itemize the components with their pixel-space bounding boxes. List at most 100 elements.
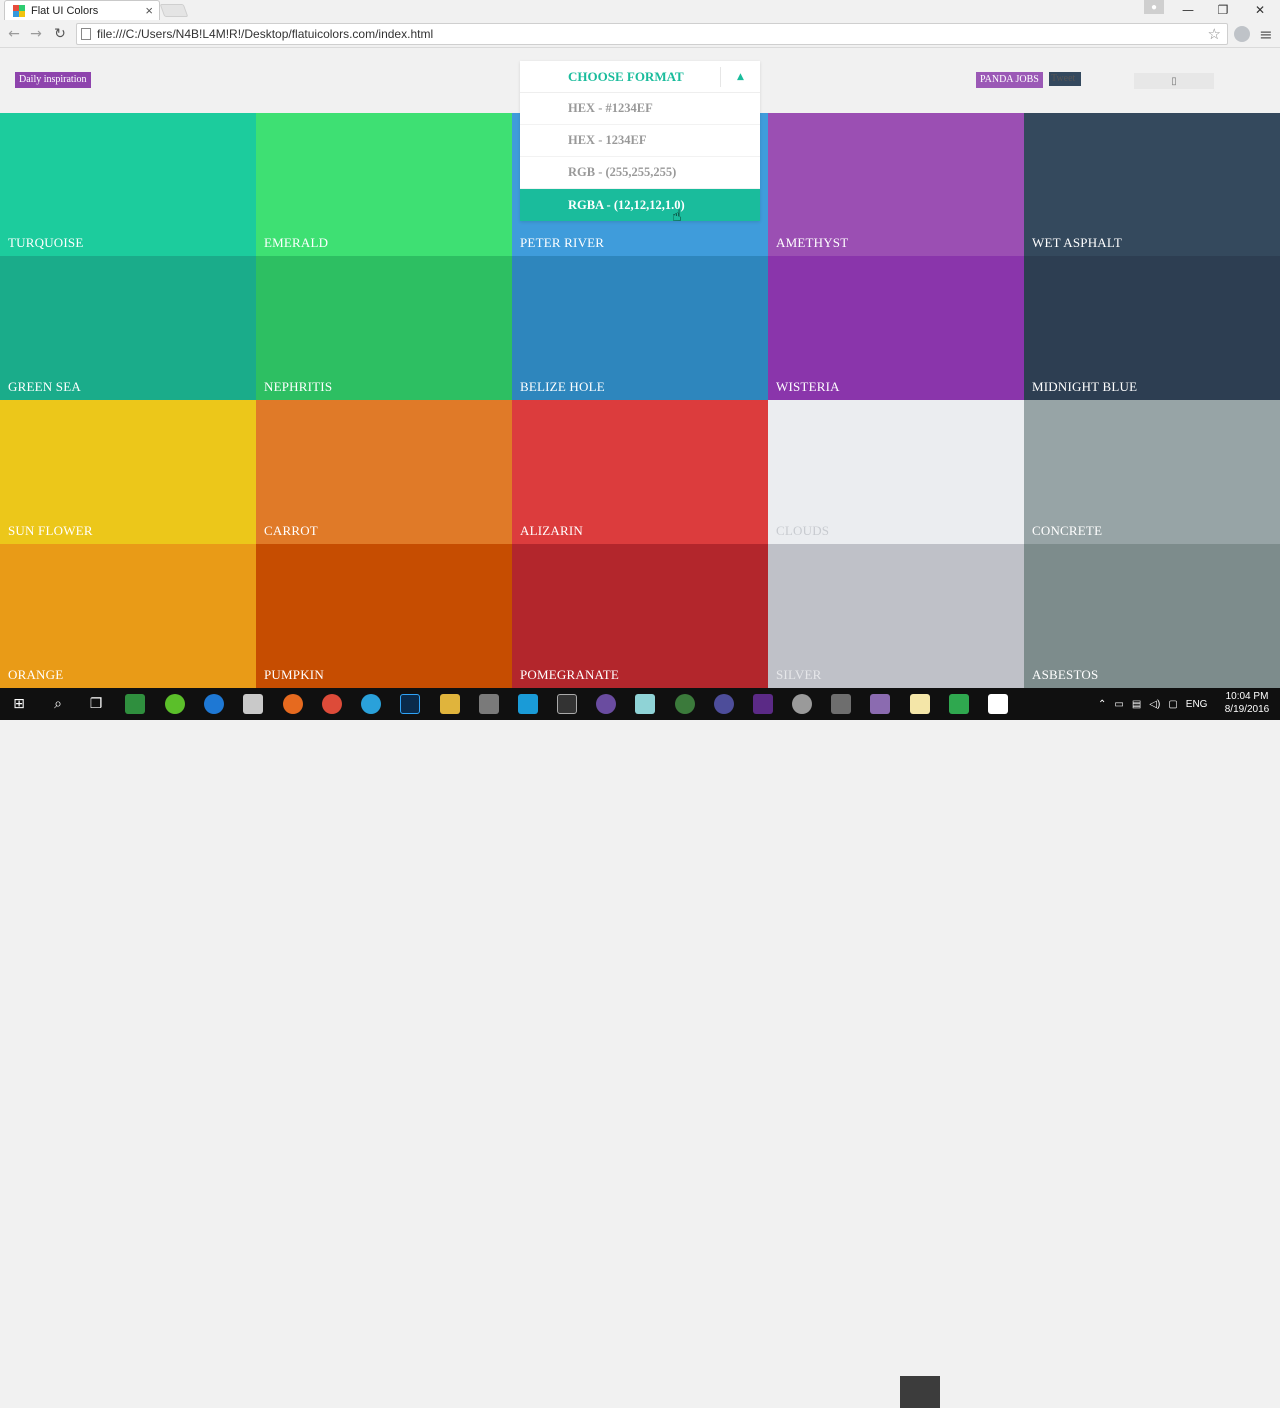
color-swatch-carrot[interactable]: CARROT bbox=[256, 400, 512, 544]
chrome-icon[interactable] bbox=[322, 694, 342, 714]
format-dropdown-header[interactable]: CHOOSE FORMAT ▲ bbox=[520, 61, 760, 93]
color-swatch-belize-hole[interactable]: BELIZE HOLE bbox=[512, 256, 768, 400]
color-name: ORANGE bbox=[8, 667, 64, 682]
app-icon-1[interactable] bbox=[125, 694, 145, 714]
search-icon[interactable]: ⌕ bbox=[48, 694, 68, 714]
color-swatch-concrete[interactable]: CONCRETE bbox=[1024, 400, 1280, 544]
color-name: NEPHRITIS bbox=[264, 379, 333, 394]
page-icon bbox=[81, 28, 91, 40]
color-swatch-green-sea[interactable]: GREEN SEA bbox=[0, 256, 256, 400]
app-icon-3[interactable] bbox=[479, 694, 499, 714]
color-name: BELIZE HOLE bbox=[520, 379, 605, 394]
format-option[interactable]: RGBA - (12,12,12,1.0) bbox=[520, 189, 760, 221]
color-name: ASBESTOS bbox=[1032, 667, 1099, 682]
app-icon-13[interactable] bbox=[949, 694, 969, 714]
minimize-button[interactable]: — bbox=[1170, 0, 1206, 20]
telegram-icon[interactable] bbox=[361, 694, 381, 714]
format-dropdown[interactable]: CHOOSE FORMAT ▲ HEX - #1234EF HEX - 1234E… bbox=[520, 61, 760, 221]
app-icon-12[interactable] bbox=[870, 694, 890, 714]
file-explorer-icon[interactable] bbox=[440, 694, 460, 714]
reload-button[interactable]: ↻ bbox=[50, 24, 70, 44]
daily-inspiration-link[interactable]: Daily inspiration bbox=[15, 72, 91, 88]
edge-icon[interactable] bbox=[204, 694, 224, 714]
clock[interactable]: 10:04 PM 8/19/2016 bbox=[1222, 690, 1272, 716]
show-hidden-icons-icon[interactable]: ⌃ bbox=[1098, 699, 1106, 710]
app-icon-9[interactable] bbox=[753, 694, 773, 714]
color-name: WISTERIA bbox=[776, 379, 840, 394]
format-option[interactable]: HEX - #1234EF bbox=[520, 93, 760, 125]
app-icon-14[interactable] bbox=[988, 694, 1008, 714]
color-swatch-midnight-blue[interactable]: MIDNIGHT BLUE bbox=[1024, 256, 1280, 400]
color-swatch-emerald[interactable]: EMERALD bbox=[256, 113, 512, 256]
windows-taskbar: ⊞ ⌕ ❐ bbox=[0, 688, 1280, 1408]
color-swatch-nephritis[interactable]: NEPHRITIS bbox=[256, 256, 512, 400]
color-swatch-wet-asphalt[interactable]: WET ASPHALT bbox=[1024, 113, 1280, 256]
browser-titlebar: Flat UI Colors × ● — ❐ ✕ bbox=[0, 0, 1280, 20]
color-swatch-alizarin[interactable]: ALIZARIN bbox=[512, 400, 768, 544]
store-icon[interactable] bbox=[243, 694, 263, 714]
battery-icon[interactable]: ▭ bbox=[1114, 699, 1123, 710]
color-name: CARROT bbox=[264, 523, 318, 538]
color-swatch-sun-flower[interactable]: SUN FLOWER bbox=[0, 400, 256, 544]
message-icon[interactable]: ▢ bbox=[1168, 699, 1177, 710]
tweet-button[interactable]: Tweet bbox=[1049, 72, 1081, 86]
app-icon-6[interactable] bbox=[596, 694, 616, 714]
extension-icon[interactable] bbox=[1234, 26, 1250, 42]
color-swatch-clouds[interactable]: CLOUDS bbox=[768, 400, 1024, 544]
app-icon-7[interactable] bbox=[635, 694, 655, 714]
color-swatch-wisteria[interactable]: WISTERIA bbox=[768, 256, 1024, 400]
app-icon-10[interactable] bbox=[792, 694, 812, 714]
browser-tab[interactable]: Flat UI Colors × bbox=[4, 0, 160, 20]
user-profile-icon[interactable]: ● bbox=[1144, 0, 1164, 14]
new-tab-button[interactable] bbox=[159, 4, 189, 17]
tab-close-icon[interactable]: × bbox=[145, 3, 153, 18]
collapse-arrow-icon[interactable]: ▲ bbox=[720, 67, 760, 87]
color-name: PETER RIVER bbox=[520, 235, 605, 250]
clock-date: 8/19/2016 bbox=[1224, 704, 1270, 715]
volume-icon[interactable]: ◁) bbox=[1149, 699, 1160, 710]
color-name: EMERALD bbox=[264, 235, 329, 250]
tray-icons[interactable]: ⌃ ▭ ▤ ◁) ▢ ENG bbox=[1098, 688, 1207, 720]
panda-jobs-link[interactable]: PANDA JOBS bbox=[976, 72, 1043, 88]
clock-time: 10:04 PM bbox=[1225, 691, 1269, 702]
color-swatch-silver[interactable]: SILVER bbox=[768, 544, 1024, 688]
app-icon-2[interactable] bbox=[165, 694, 185, 714]
url-text: file:///C:/Users/N4B!L4M!R!/Desktop/flat… bbox=[97, 27, 434, 41]
share-button[interactable]: ▯ bbox=[1134, 73, 1214, 89]
hand-cursor-icon: ☝ bbox=[672, 206, 682, 225]
app-icon-5[interactable] bbox=[557, 694, 577, 714]
color-name: MIDNIGHT BLUE bbox=[1032, 379, 1138, 394]
color-swatch-asbestos[interactable]: ASBESTOS bbox=[1024, 544, 1280, 688]
browser-menu-icon[interactable]: ≡ bbox=[1258, 24, 1274, 44]
firefox-icon[interactable] bbox=[283, 694, 303, 714]
notepad-icon[interactable] bbox=[910, 694, 930, 714]
color-name: SILVER bbox=[776, 667, 822, 682]
color-swatch-orange[interactable]: ORANGE bbox=[0, 544, 256, 688]
windows-start-icon[interactable]: ⊞ bbox=[9, 694, 29, 714]
format-option[interactable]: HEX - 1234EF bbox=[520, 125, 760, 157]
color-name: CLOUDS bbox=[776, 523, 830, 538]
network-icon[interactable]: ▤ bbox=[1132, 699, 1141, 710]
format-option[interactable]: RGB - (255,255,255) bbox=[520, 157, 760, 189]
active-app-highlight bbox=[900, 1376, 940, 1408]
color-swatch-pomegranate[interactable]: POMEGRANATE bbox=[512, 544, 768, 688]
color-name: TURQUOISE bbox=[8, 235, 84, 250]
color-name: CONCRETE bbox=[1032, 523, 1103, 538]
color-swatch-turquoise[interactable]: TURQUOISE bbox=[0, 113, 256, 256]
color-swatch-pumpkin[interactable]: PUMPKIN bbox=[256, 544, 512, 688]
back-button[interactable]: ← bbox=[4, 24, 24, 44]
language-indicator[interactable]: ENG bbox=[1186, 699, 1208, 710]
maximize-button[interactable]: ❐ bbox=[1205, 0, 1241, 20]
app-icon-4[interactable] bbox=[518, 694, 538, 714]
app-icon-11[interactable] bbox=[831, 694, 851, 714]
color-name: GREEN SEA bbox=[8, 379, 81, 394]
task-view-icon[interactable]: ❐ bbox=[86, 694, 106, 714]
photoshop-icon[interactable] bbox=[400, 694, 420, 714]
forward-button[interactable]: → bbox=[26, 24, 46, 44]
android-icon[interactable] bbox=[675, 694, 695, 714]
app-icon-8[interactable] bbox=[714, 694, 734, 714]
bookmark-star-icon[interactable]: ☆ bbox=[1208, 25, 1221, 43]
color-swatch-amethyst[interactable]: AMETHYST bbox=[768, 113, 1024, 256]
close-window-button[interactable]: ✕ bbox=[1242, 0, 1278, 20]
address-bar[interactable]: file:///C:/Users/N4B!L4M!R!/Desktop/flat… bbox=[76, 23, 1228, 45]
